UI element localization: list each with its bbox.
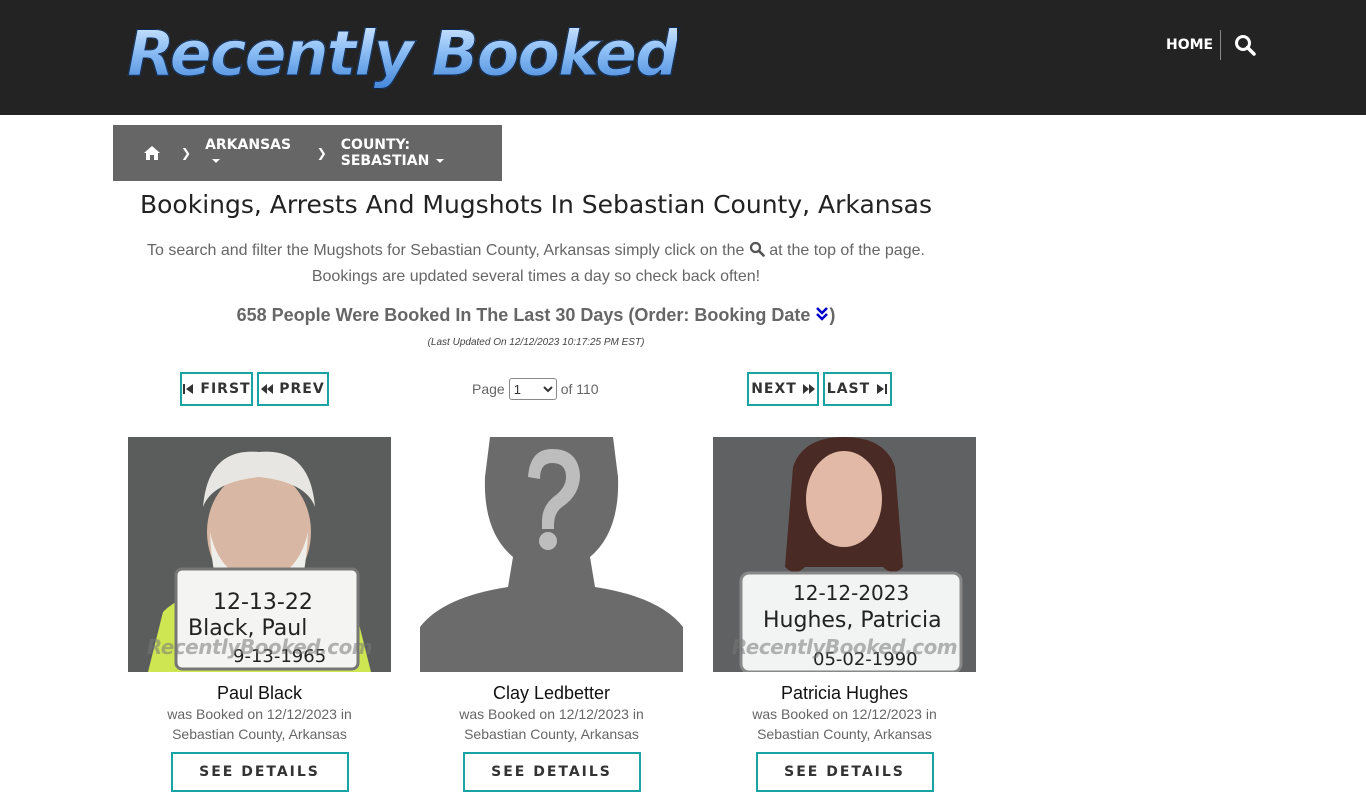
last-page-button[interactable]: LAST bbox=[823, 372, 892, 406]
prev-page-label: PREV bbox=[279, 381, 325, 397]
next-page-label: NEXT bbox=[751, 381, 797, 397]
booked-line: was Booked on 12/12/2023 in bbox=[167, 706, 352, 722]
breadcrumb: ❯ ARKANSAS ❯ COUNTY: SEBASTIAN bbox=[113, 125, 502, 181]
booking-count-text: 658 People Were Booked In The Last 30 Da… bbox=[236, 305, 811, 325]
first-page-button[interactable]: FIRST bbox=[180, 372, 253, 406]
booking-card[interactable]: 12-13-22 Black, Paul 9-13-1965 RecentlyB… bbox=[128, 437, 391, 792]
breadcrumb-county-label: COUNTY: SEBASTIAN bbox=[340, 137, 430, 169]
page-title: Bookings, Arrests And Mugshots In Sebast… bbox=[139, 190, 932, 219]
breadcrumb-state-label: ARKANSAS bbox=[205, 137, 292, 153]
caret-down-icon bbox=[436, 159, 445, 163]
mugshot-placeholder[interactable] bbox=[420, 437, 683, 672]
watermark: RecentlyBooked.com bbox=[731, 635, 958, 659]
placard-date: 12-12-2023 bbox=[793, 581, 909, 605]
page-total: of 110 bbox=[560, 381, 599, 397]
backward-icon bbox=[261, 384, 274, 394]
last-page-label: LAST bbox=[826, 381, 871, 397]
top-navbar: Recently Booked HOME bbox=[0, 0, 1366, 115]
chevron-right-icon: ❯ bbox=[316, 146, 327, 160]
booked-location: Sebastian County, Arkansas bbox=[757, 726, 932, 742]
intro-part1: To search and filter the Mugshots for Se… bbox=[147, 242, 745, 259]
placard-name: Hughes, Patricia bbox=[763, 608, 942, 633]
home-icon[interactable] bbox=[143, 145, 161, 161]
booked-line: was Booked on 12/12/2023 in bbox=[459, 706, 644, 722]
booked-line: was Booked on 12/12/2023 in bbox=[752, 706, 937, 722]
booking-card[interactable]: Clay Ledbetter was Booked on 12/12/2023 … bbox=[420, 437, 683, 792]
prev-page-button[interactable]: PREV bbox=[257, 372, 329, 406]
page-select[interactable]: 1 bbox=[508, 378, 557, 400]
breadcrumb-state-dropdown[interactable]: ARKANSAS bbox=[205, 137, 297, 169]
first-page-label: FIRST bbox=[200, 381, 251, 397]
placard-date: 12-13-22 bbox=[213, 590, 313, 615]
booked-location: Sebastian County, Arkansas bbox=[464, 726, 639, 742]
search-icon bbox=[749, 240, 765, 257]
breadcrumb-county-dropdown[interactable]: COUNTY: SEBASTIAN bbox=[341, 137, 502, 169]
see-details-button[interactable]: SEE DETAILS bbox=[462, 752, 641, 792]
caret-down-icon bbox=[212, 159, 221, 163]
last-updated-text: (Last Updated On 12/12/2023 10:17:25 PM … bbox=[427, 337, 645, 348]
person-name[interactable]: Patricia Hughes bbox=[713, 682, 976, 704]
person-name[interactable]: Paul Black bbox=[128, 682, 391, 704]
intro-line2: Bookings are updated several times a day… bbox=[311, 268, 761, 285]
page-label: Page bbox=[472, 381, 505, 397]
page-selector: Page 1 of 110 bbox=[472, 378, 599, 400]
sort-order-icon[interactable] bbox=[815, 306, 829, 322]
next-page-button[interactable]: NEXT bbox=[747, 372, 819, 406]
chevron-right-icon: ❯ bbox=[181, 146, 192, 160]
step-forward-icon bbox=[877, 384, 888, 394]
site-logo[interactable]: Recently Booked bbox=[126, 14, 679, 94]
intro-part2: at the top of the page. bbox=[769, 242, 925, 259]
booked-location: Sebastian County, Arkansas bbox=[172, 726, 347, 742]
nav-home-link[interactable]: HOME bbox=[1166, 36, 1213, 54]
intro-text: To search and filter the Mugshots for Se… bbox=[113, 238, 959, 290]
booking-count-heading: 658 People Were Booked In The Last 30 Da… bbox=[113, 305, 959, 326]
person-name[interactable]: Clay Ledbetter bbox=[420, 682, 683, 704]
mugshot-photo[interactable]: 12-12-2023 Hughes, Patricia 05-02-1990 R… bbox=[713, 437, 976, 672]
see-details-button[interactable]: SEE DETAILS bbox=[170, 752, 349, 792]
search-icon[interactable] bbox=[1234, 34, 1256, 56]
booking-card[interactable]: 12-12-2023 Hughes, Patricia 05-02-1990 R… bbox=[713, 437, 976, 792]
forward-icon bbox=[802, 384, 815, 394]
nav-divider bbox=[1220, 30, 1221, 60]
booking-count-close: ) bbox=[829, 305, 836, 325]
watermark: RecentlyBooked.com bbox=[146, 635, 373, 659]
see-details-button[interactable]: SEE DETAILS bbox=[755, 752, 934, 792]
step-backward-icon bbox=[183, 384, 194, 394]
mugshot-photo[interactable]: 12-13-22 Black, Paul 9-13-1965 RecentlyB… bbox=[128, 437, 391, 672]
